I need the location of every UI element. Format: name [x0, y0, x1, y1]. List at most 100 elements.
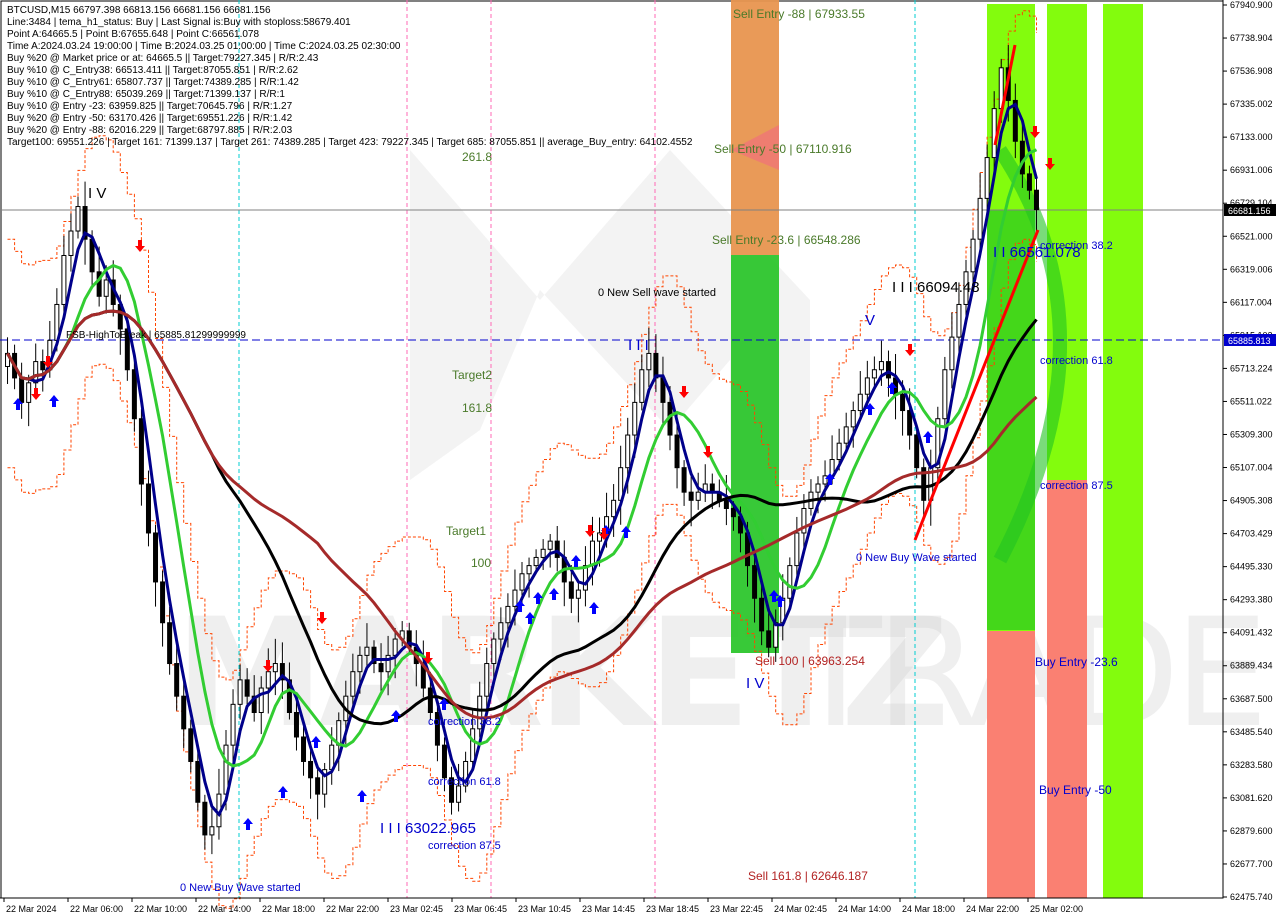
candle-body — [301, 736, 307, 762]
candle-body — [991, 108, 997, 159]
candle-body — [1026, 173, 1032, 191]
candle-body — [871, 369, 877, 379]
sell-entry-23-label: Sell Entry -23.6 | 66548.286 — [712, 233, 861, 247]
sell-entry-88-label: Sell Entry -88 | 67933.55 — [733, 7, 865, 21]
price-tick-label: 67335.002 — [1230, 99, 1273, 109]
fsb-label: FSB-HighToBreak | 65885.81299999999 — [66, 330, 246, 341]
time-tick-label: 22 Mar 2024 — [6, 904, 57, 914]
time-tick-label: 24 Mar 02:45 — [774, 904, 827, 914]
time-tick-label: 22 Mar 18:00 — [262, 904, 315, 914]
candle-body — [392, 638, 398, 656]
price-tick-label: 65107.004 — [1230, 463, 1273, 473]
candle-body — [378, 663, 384, 673]
candle-body — [639, 369, 645, 403]
wave-iii-mid: I I I — [628, 337, 649, 354]
candle-body — [843, 426, 849, 444]
candle-body — [441, 744, 447, 779]
candle-body — [773, 622, 779, 648]
price-tick-label: 67133.000 — [1230, 132, 1273, 142]
candle-body — [167, 622, 173, 665]
candle-body — [794, 532, 800, 567]
price-chart: MARKETZ TRADE BTCUSD,M15 66797.398 66813… — [0, 0, 1280, 920]
price-tick-label: 64703.429 — [1230, 529, 1273, 539]
info-line: Point A:64665.5 | Point B:67655.648 | Po… — [7, 29, 259, 40]
sell-161-label: Sell 161.8 | 62646.187 — [748, 869, 868, 883]
candle-body — [272, 663, 278, 673]
candle-body — [695, 491, 701, 501]
candle-body — [519, 573, 525, 591]
candle-body — [815, 483, 821, 493]
info-line: BTCUSD,M15 66797.398 66813.156 66681.156… — [7, 5, 271, 16]
fib-261-label: 261.8 — [462, 150, 492, 164]
candle-body — [293, 712, 299, 738]
candle-body — [188, 728, 194, 762]
candle-body — [956, 303, 962, 338]
candle-body — [625, 434, 631, 469]
info-line: Buy %20 @ Market price or at: 64665.5 ||… — [7, 53, 319, 64]
info-line: Target100: 69551.226 | Target 161: 71399… — [7, 137, 693, 148]
time-tick-label: 22 Mar 14:00 — [198, 904, 251, 914]
time-tick-label: 22 Mar 06:00 — [70, 904, 123, 914]
candle-body — [258, 687, 264, 714]
wave-iv-bottom: I V — [746, 675, 764, 692]
new-buy-wave-label-right: 0 New Buy Wave started — [856, 552, 977, 564]
candle-body — [1033, 189, 1039, 211]
candle-body — [230, 703, 236, 746]
candle-body — [540, 548, 546, 558]
candle-body — [547, 540, 553, 550]
info-line: Time A:2024.03.24 19:00:00 | Time B:2024… — [7, 41, 401, 52]
price-tick-label: 62475.740 — [1230, 892, 1273, 902]
candle-body — [181, 695, 187, 730]
candle-body — [977, 197, 983, 240]
price-tick-label: 66931.006 — [1230, 165, 1273, 175]
candle-body — [26, 382, 32, 403]
candle-body — [1019, 140, 1025, 175]
correction-87-right: correction 87.5 — [1040, 480, 1113, 492]
candle-body — [61, 254, 67, 305]
price-tick-label: 65511.022 — [1230, 396, 1272, 406]
candle-body — [984, 157, 990, 199]
candle-body — [568, 581, 574, 599]
fib-161-label: 161.8 — [462, 401, 492, 415]
candle-body — [512, 589, 518, 607]
price-tick-label: 67536.908 — [1230, 66, 1273, 76]
price-tick-label: 63081.620 — [1230, 793, 1273, 803]
new-sell-wave-label: 0 New Sell wave started — [598, 287, 716, 299]
wave-v-label: V — [865, 312, 875, 329]
price-tick-label: 63687.500 — [1230, 694, 1273, 704]
candle-body — [885, 361, 891, 379]
sell-100-label: Sell 100 | 63963.254 — [755, 654, 865, 668]
candle-body — [674, 434, 680, 469]
price-tick-label: 63889.434 — [1230, 661, 1273, 671]
buy-entry-50-label: Buy Entry -50 — [1039, 783, 1112, 797]
time-tick-label: 23 Mar 06:45 — [454, 904, 507, 914]
time-tick-label: 23 Mar 10:45 — [518, 904, 571, 914]
current-price-tag-text: 66681.156 — [1228, 206, 1271, 216]
candle-body — [244, 679, 250, 697]
info-line: Buy %10 @ Entry -23: 63959.825 || Target… — [7, 101, 293, 112]
candle-body — [505, 605, 511, 624]
time-tick-label: 24 Mar 18:00 — [902, 904, 955, 914]
candle-body — [145, 483, 151, 534]
price-tick-label: 64293.380 — [1230, 595, 1273, 605]
candle-body — [19, 377, 25, 403]
candle-body — [153, 532, 159, 583]
price-tick-label: 66117.004 — [1230, 297, 1272, 307]
price-tick-label: 64495.330 — [1230, 562, 1273, 572]
candle-body — [632, 401, 638, 436]
price-tick-label: 65713.224 — [1230, 363, 1273, 373]
sell-entry-50-label: Sell Entry -50 | 67110.916 — [714, 142, 852, 156]
price-tick-label: 63283.580 — [1230, 760, 1273, 770]
candle-body — [138, 418, 144, 485]
candle-body — [202, 801, 208, 836]
candle-body — [265, 671, 271, 689]
price-tick-label: 62677.700 — [1230, 859, 1273, 869]
correction-61-left: correction 61.8 — [428, 776, 501, 788]
candle-body — [484, 663, 490, 697]
candle-body — [350, 671, 356, 697]
price-tick-label: 63485.540 — [1230, 727, 1273, 737]
buy-entry-23-label: Buy Entry -23.6 — [1035, 655, 1118, 669]
correction-87-left: correction 87.5 — [428, 840, 501, 852]
candle-body — [174, 663, 180, 697]
time-tick-label: 23 Mar 22:45 — [710, 904, 763, 914]
